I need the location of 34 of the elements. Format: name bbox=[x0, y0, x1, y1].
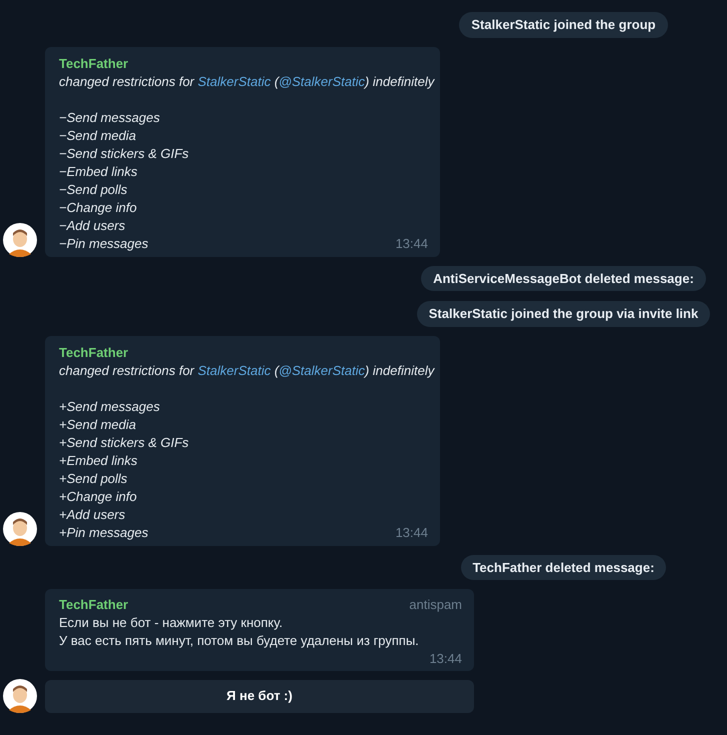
service-message: StalkerStatic joined the group bbox=[459, 12, 668, 38]
service-message: TechFather deleted message: bbox=[460, 554, 666, 580]
permission-line: −Change info bbox=[59, 198, 138, 216]
permission-line: +Send polls bbox=[59, 470, 128, 488]
permission-line: −Embed links bbox=[59, 162, 138, 180]
message-time: 13:44 bbox=[429, 650, 462, 668]
permission-line: +Send media bbox=[59, 416, 137, 434]
sender-name: TechFather bbox=[59, 596, 128, 614]
permission-line: −Send messages bbox=[59, 108, 161, 126]
action-text: changed restrictions for StalkerStatic (@StalkerStatic) indefinitely bbox=[59, 72, 434, 90]
permission-line: +Send messages bbox=[59, 398, 161, 416]
sender-name: TechFather bbox=[59, 54, 130, 72]
service-message: StalkerStatic joined the group via invite link bbox=[416, 301, 710, 326]
message-text: Если вы не бот - нажмите эту кнопку. У вас есть пять минут, потом вы будете удалены из группы. bbox=[59, 614, 420, 650]
avatar-icon bbox=[3, 222, 37, 256]
permission-line: +Change info bbox=[59, 488, 138, 506]
admin-label: antispam bbox=[409, 596, 462, 614]
avatar-icon bbox=[3, 679, 37, 713]
avatar-icon bbox=[3, 512, 37, 546]
permission-line: +Add users bbox=[59, 506, 126, 524]
permission-line: +Send stickers & GIFs bbox=[59, 434, 189, 452]
message-time: 13:44 bbox=[395, 524, 428, 542]
permission-line: −Pin messages bbox=[59, 234, 150, 252]
action-text: changed restrictions for StalkerStatic (@StalkerStatic) indefinitely bbox=[59, 362, 434, 380]
permission-line: −Send stickers & GIFs bbox=[59, 144, 189, 162]
permission-line: +Pin messages bbox=[59, 524, 150, 542]
sender-name: TechFather bbox=[59, 344, 130, 362]
permission-line: −Send polls bbox=[59, 180, 128, 198]
permission-line: −Send media bbox=[59, 126, 137, 144]
message-time: 13:44 bbox=[395, 234, 428, 252]
inline-keyboard-button[interactable]: Я не бот :) bbox=[45, 680, 474, 712]
permission-line: −Add users bbox=[59, 216, 126, 234]
service-message: AntiServiceMessageBot deleted message: bbox=[421, 266, 706, 291]
permission-line: +Embed links bbox=[59, 452, 138, 470]
